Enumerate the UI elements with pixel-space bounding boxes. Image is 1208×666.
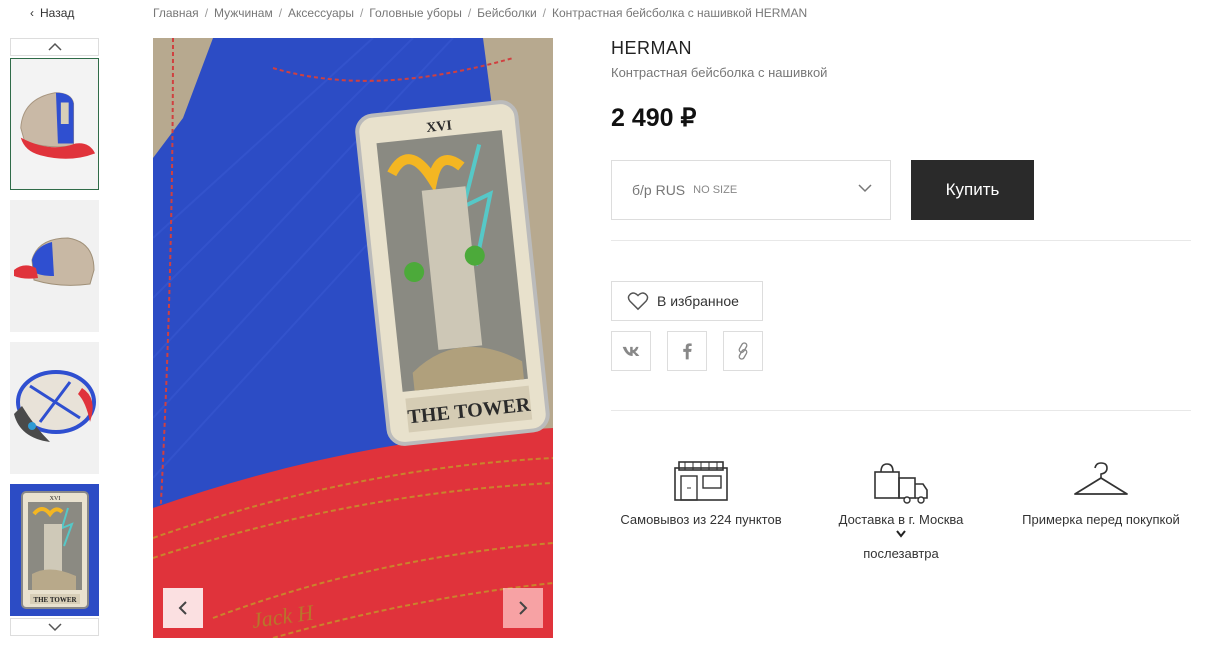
- thumbnail-scroll-down-button[interactable]: [10, 618, 99, 636]
- delivery-prefix: Доставка в: [838, 512, 905, 527]
- delivery-truck-icon: [874, 463, 928, 504]
- share-vk-button[interactable]: [611, 331, 651, 371]
- size-select[interactable]: б/р RUS NO SIZE: [611, 160, 891, 220]
- breadcrumb: Главная / Мужчинам / Аксессуары / Головн…: [153, 6, 807, 20]
- thumbnail-scroll-up-button[interactable]: [10, 38, 99, 56]
- store-icon: [674, 461, 728, 501]
- feature-delivery: Доставка в г. Москва послезавтра: [811, 460, 991, 564]
- hanger-icon: [1074, 462, 1128, 495]
- breadcrumb-item-men[interactable]: Мужчинам: [214, 6, 273, 20]
- breadcrumb-item-home[interactable]: Главная: [153, 6, 199, 20]
- thumbnail-3[interactable]: [10, 342, 99, 474]
- share-facebook-button[interactable]: [667, 331, 707, 371]
- thumb-patch-numeral: XVI: [50, 496, 61, 502]
- copy-link-button[interactable]: [723, 331, 763, 371]
- product-name: Контрастная бейсболка с нашивкой: [611, 65, 828, 80]
- next-image-button[interactable]: [503, 588, 543, 628]
- breadcrumb-separator: /: [542, 6, 547, 20]
- heart-icon: [627, 292, 649, 311]
- thumb-patch-title: THE TOWER: [33, 596, 77, 604]
- main-patch-numeral: XVI: [426, 118, 453, 136]
- fitting-label: Примерка перед покупкой: [1022, 512, 1180, 527]
- feature-fitting: Примерка перед покупкой: [1011, 460, 1191, 530]
- size-note: NO SIZE: [693, 184, 738, 196]
- chevron-left-icon: ‹: [30, 6, 34, 20]
- delivery-text: Доставка в г. Москва: [811, 510, 991, 538]
- thumbnail-1[interactable]: [10, 58, 99, 190]
- chevron-down-icon: [896, 530, 906, 538]
- facebook-icon: [683, 343, 692, 360]
- breadcrumb-separator: /: [467, 6, 472, 20]
- buy-button[interactable]: Купить: [911, 160, 1034, 220]
- product-main-image[interactable]: THE TOWER XVI Jack H: [153, 38, 553, 638]
- favorite-label: В избранное: [657, 293, 739, 309]
- cap-side-image: [11, 59, 98, 189]
- add-to-favorites-button[interactable]: В избранное: [611, 281, 763, 321]
- breadcrumb-item-headwear[interactable]: Головные уборы: [369, 6, 462, 20]
- patch-closeup-image: THE TOWER XVI: [10, 484, 99, 616]
- back-label: Назад: [40, 6, 75, 20]
- breadcrumb-item-caps[interactable]: Бейсболки: [477, 6, 537, 20]
- chevron-left-icon: [178, 601, 187, 615]
- breadcrumb-item-current: Контрастная бейсболка с нашивкой HERMAN: [552, 6, 808, 20]
- breadcrumb-separator: /: [204, 6, 209, 20]
- thumbnail-2[interactable]: [10, 200, 99, 332]
- chevron-down-icon: [858, 184, 872, 193]
- chevron-right-icon: [519, 601, 528, 615]
- size-value: б/р RUS: [632, 182, 686, 198]
- divider: [611, 240, 1191, 241]
- pickup-label: Самовывоз из 224 пунктов: [620, 512, 782, 527]
- cap-closeup-image: THE TOWER XVI Jack H: [153, 38, 553, 638]
- link-icon: [738, 342, 748, 360]
- chevron-down-icon: [47, 623, 62, 632]
- product-brand[interactable]: HERMAN: [611, 38, 692, 59]
- delivery-when: послезавтра: [863, 546, 939, 561]
- delivery-city: г. Москва: [908, 512, 964, 527]
- breadcrumb-separator: /: [359, 6, 364, 20]
- vk-icon: [622, 346, 640, 356]
- breadcrumb-item-accessories[interactable]: Аксессуары: [288, 6, 354, 20]
- back-link[interactable]: ‹ Назад: [30, 6, 74, 20]
- cap-inside-image: [10, 342, 99, 474]
- divider: [611, 410, 1191, 411]
- breadcrumb-separator: /: [278, 6, 283, 20]
- product-price: 2 490 ₽: [611, 104, 697, 132]
- cap-back-image: [10, 200, 99, 332]
- thumbnail-4[interactable]: THE TOWER XVI: [10, 484, 99, 616]
- feature-pickup: Самовывоз из 224 пунктов: [611, 460, 791, 530]
- thumbnail-strip: THE TOWER XVI: [10, 38, 99, 636]
- chevron-up-icon: [47, 42, 62, 51]
- previous-image-button[interactable]: [163, 588, 203, 628]
